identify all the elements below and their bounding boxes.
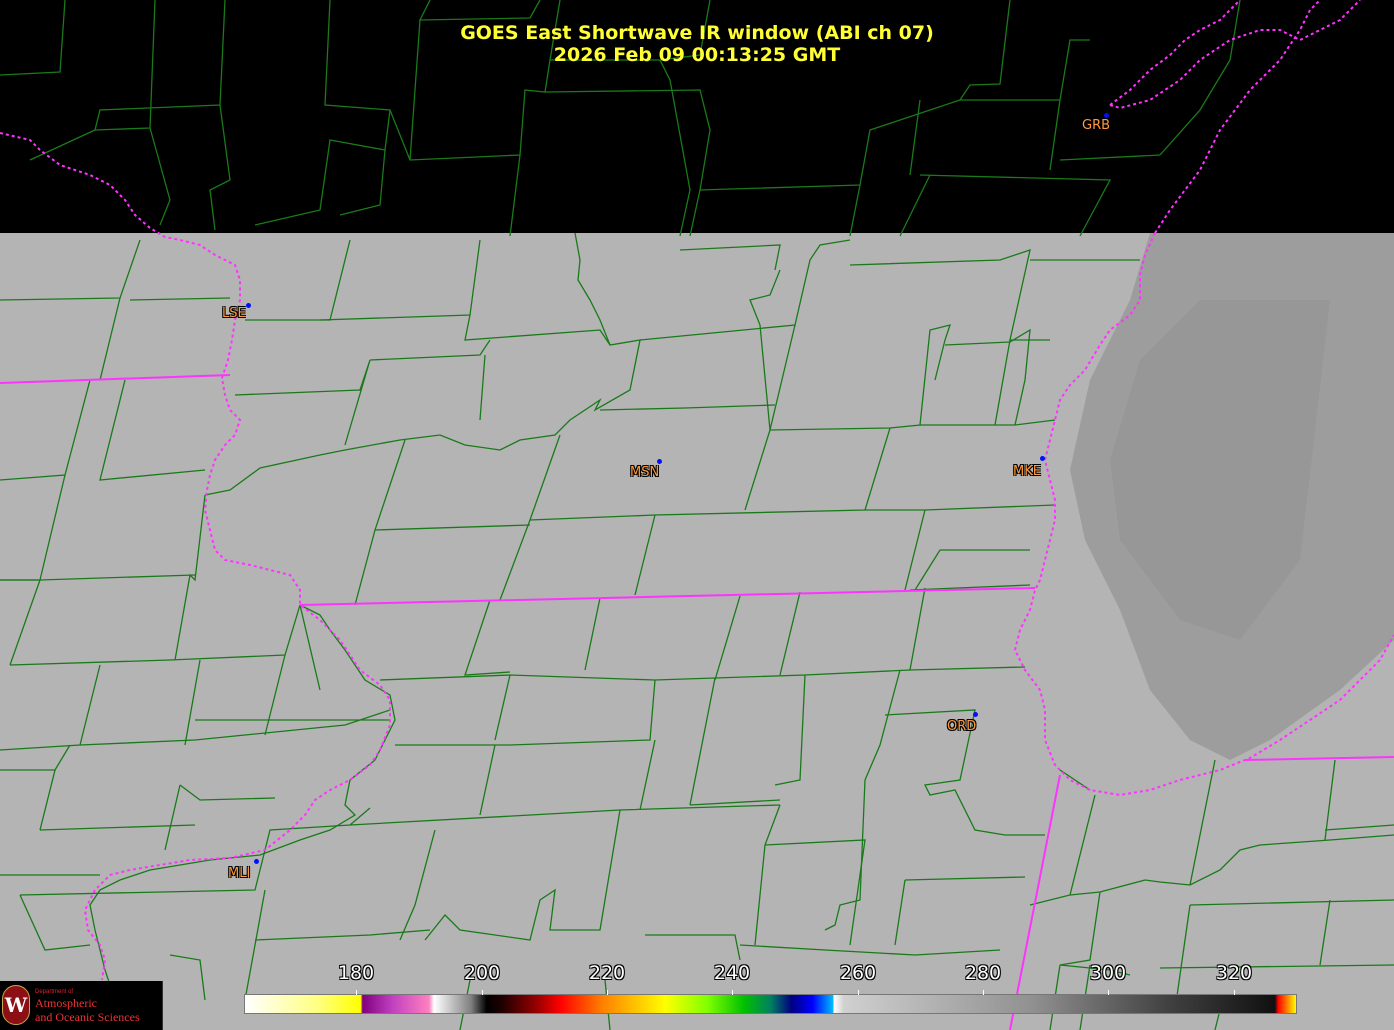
station-dot-icon	[254, 859, 259, 864]
satellite-map	[0, 0, 1394, 1030]
logo-name-line1: Atmospheric	[35, 996, 97, 1010]
colorbar-tick-label: 200	[463, 962, 501, 984]
colorbar-tick-label: 260	[839, 962, 877, 984]
colorbar-tick-label: 320	[1215, 962, 1253, 984]
station-label-lse: LSE	[222, 306, 246, 321]
product-title: GOES East Shortwave IR window (ABI ch 07…	[460, 22, 934, 44]
temperature-colorbar	[244, 994, 1297, 1014]
station-label-grb: GRB	[1082, 118, 1111, 133]
logo-name-line2: and Oceanic Sciences	[35, 1010, 140, 1024]
station-dot-icon	[246, 303, 251, 308]
uw-seal-icon: W	[2, 985, 30, 1025]
station-dot-icon	[657, 459, 662, 464]
station-dot-icon	[973, 712, 978, 717]
colorbar-tick-label: 280	[964, 962, 1002, 984]
station-label-mke: MKE	[1013, 464, 1041, 479]
colorbar-tick-label: 240	[713, 962, 751, 984]
colorbar-tick-label: 300	[1089, 962, 1127, 984]
aos-logo: W Department of Atmospheric and Oceanic …	[0, 981, 163, 1030]
colorbar-ticks	[244, 990, 1297, 995]
station-label-msn: MSN	[630, 465, 660, 480]
station-label-mli: MLI	[228, 866, 251, 881]
logo-dept-text: Department of	[35, 989, 74, 995]
colorbar-tick-label: 180	[337, 962, 375, 984]
station-dot-icon	[1040, 456, 1045, 461]
timestamp: 2026 Feb 09 00:13:25 GMT	[553, 44, 841, 66]
station-label-ord: ORD	[947, 719, 977, 734]
colorbar-tick-label: 220	[588, 962, 626, 984]
